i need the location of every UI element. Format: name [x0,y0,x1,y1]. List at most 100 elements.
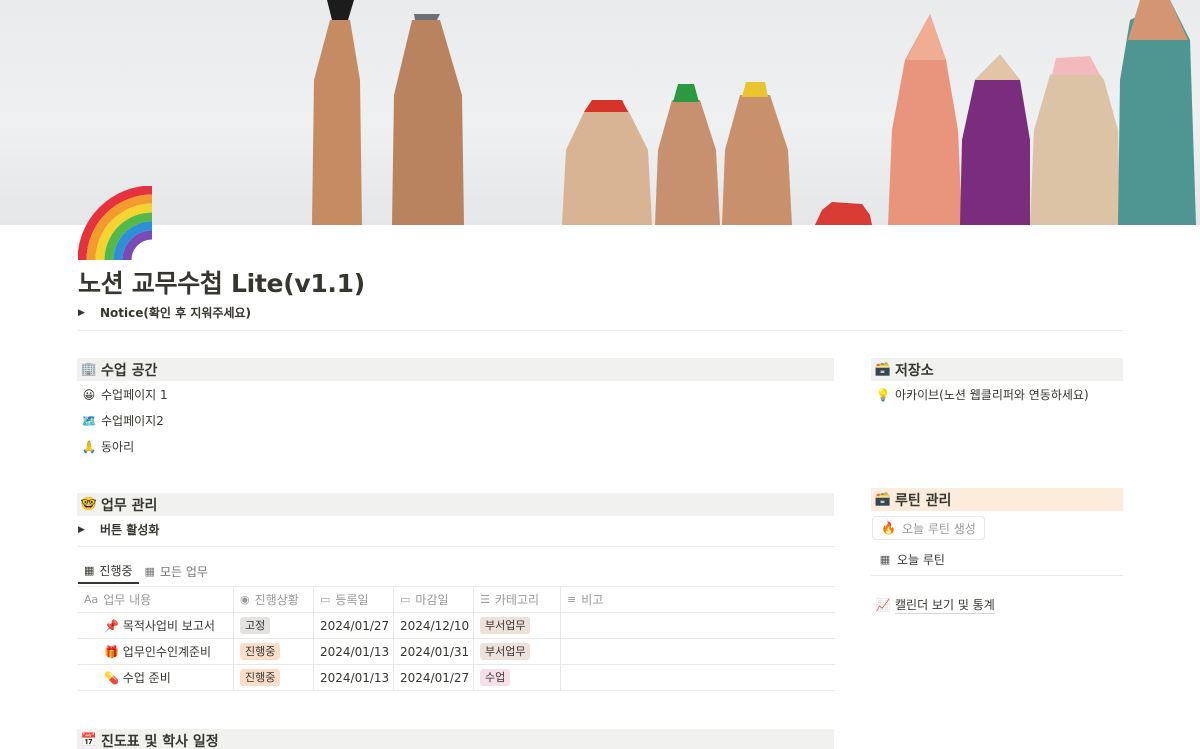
status-badge: 고정 [240,617,271,634]
due-date-cell[interactable]: 2024/01/31 [394,639,474,664]
pushpin-icon: 📌 [104,618,119,633]
storage-heading: 🗃️ 저장소 [871,358,1123,381]
column-header-due[interactable]: ▭ 마감일 [394,587,474,612]
category-cell[interactable]: 수업 [474,665,561,690]
schedule-title: 진도표 및 학사 일정 [101,733,219,749]
table-row[interactable]: 💊 수업 준비 진행중 2024/01/13 2024/01/27 수업 [78,665,835,691]
colored-pencils-illustration [312,0,1196,225]
page-link-label: 동아리 [101,440,135,454]
category-badge: 수업 [480,669,511,686]
category-badge: 부서업무 [480,617,531,634]
card-file-box-icon: 🗃️ [874,492,892,507]
calendar-property-icon: ▭ [400,593,411,606]
card-file-box-icon: 🗃️ [874,362,892,377]
button-activate-label: 버튼 활성화 [100,523,160,537]
toggle-triangle-icon[interactable]: ▶ [78,525,100,535]
column-header-registered[interactable]: ▭ 등록일 [314,587,394,612]
page-link-label: 수업페이지 1 [101,388,168,402]
note-cell[interactable] [561,613,835,638]
column-header-status[interactable]: ◉ 진행상황 [234,587,314,612]
calendar-icon: 📅 [80,733,98,748]
work-title: 업무 관리 [101,497,158,514]
status-cell[interactable]: 고정 [234,613,314,638]
table-view-icon: ▦ [84,563,95,577]
tasks-table: Aa 업무 내용 ◉ 진행상황 ▭ 등록일 ▭ 마감일 ☰ 카테고리 ≡ 비고 📌 목적사업… [78,586,835,691]
due-date-cell[interactable]: 2024/12/10 [394,613,474,638]
task-name-cell[interactable]: 📌 목적사업비 보고서 [78,613,234,638]
column-label: 업무 내용 [103,593,152,607]
create-routine-button[interactable]: 🔥 오늘 루틴 생성 [872,516,985,540]
task-name-cell[interactable]: 🎁 업무인수인계준비 [78,639,234,664]
divider [871,575,1123,576]
task-name: 업무인수인계준비 [122,645,212,659]
calendar-property-icon: ▭ [320,593,331,606]
status-property-icon: ◉ [240,593,250,606]
page-link-class-1[interactable]: 😀 수업페이지 1 [79,386,168,403]
task-name-cell[interactable]: 💊 수업 준비 [78,665,234,690]
column-header-note[interactable]: ≡ 비고 [561,587,835,612]
column-label: 진행상황 [254,593,299,607]
notice-toggle-label: Notice(확인 후 지워주세요) [100,306,252,320]
column-label: 등록일 [335,593,369,607]
rainbow-icon[interactable] [77,185,153,261]
page-link-club[interactable]: 🙏 동아리 [79,438,135,455]
table-row[interactable]: 📌 목적사업비 보고서 고정 2024/01/27 2024/12/10 부서업… [78,613,835,639]
fire-icon: 🔥 [881,521,896,535]
note-cell[interactable] [561,665,835,690]
column-label: 마감일 [415,593,449,607]
notice-toggle[interactable]: ▶ Notice(확인 후 지워주세요) [78,304,251,321]
office-building-icon: 🏢 [80,362,98,377]
page-title[interactable]: 노션 교무수첩 Lite(v1.1) [78,264,365,300]
task-name: 수업 준비 [122,671,171,685]
tab-label: 모든 업무 [159,564,208,579]
registered-date-cell[interactable]: 2024/01/13 [314,639,394,664]
tab-in-progress[interactable]: ▦ 진행중 [78,558,139,584]
category-cell[interactable]: 부서업무 [474,639,561,664]
today-routine-view[interactable]: ▦ 오늘 루틴 [875,551,945,568]
column-label: 비고 [581,593,604,607]
page-link-label: 캘린더 보기 및 통계 [895,598,995,614]
status-badge: 진행중 [240,669,281,686]
class-space-heading: 🏢 수업 공간 [77,358,834,381]
work-heading: 🤓 업무 관리 [77,493,834,516]
tab-all-tasks[interactable]: ▦ 모든 업무 [139,558,214,584]
page-link-archive[interactable]: 💡 아카이브(노션 웹클리퍼와 연동하세요) [873,386,1089,403]
database-view-tabs: ▦ 진행중 ▦ 모든 업무 [78,558,214,586]
column-header-name[interactable]: Aa 업무 내용 [78,587,234,612]
gift-icon: 🎁 [104,644,119,659]
class-space-title: 수업 공간 [101,362,158,379]
lightbulb-icon: 💡 [875,387,891,402]
page-link-calendar-stats[interactable]: 📈 캘린더 보기 및 통계 [873,596,995,614]
task-name: 목적사업비 보고서 [122,619,215,633]
button-activate-toggle[interactable]: ▶ 버튼 활성화 [78,521,159,538]
routine-title: 루틴 관리 [895,492,952,509]
table-view-icon: ▦ [144,564,155,578]
divider [78,546,835,547]
status-badge: 진행중 [240,643,281,660]
column-label: 카테고리 [494,593,540,607]
toggle-triangle-icon[interactable]: ▶ [78,308,100,318]
note-cell[interactable] [561,639,835,664]
table-header-row: Aa 업무 내용 ◉ 진행상황 ▭ 등록일 ▭ 마감일 ☰ 카테고리 ≡ 비고 [78,587,835,613]
page-link-class-2[interactable]: 🗺️ 수업페이지2 [79,412,164,429]
due-date-cell[interactable]: 2024/01/27 [394,665,474,690]
table-row[interactable]: 🎁 업무인수인계준비 진행중 2024/01/13 2024/01/31 부서업… [78,639,835,665]
status-cell[interactable]: 진행중 [234,665,314,690]
smiley-face-icon: 😀 [82,387,96,402]
chart-increasing-icon: 📈 [875,598,891,612]
tab-label: 진행중 [99,563,133,578]
storage-title: 저장소 [895,362,934,379]
today-routine-label: 오늘 루틴 [897,553,945,567]
category-badge: 부서업무 [480,643,531,660]
column-header-category[interactable]: ☰ 카테고리 [474,587,561,612]
multi-select-property-icon: ☰ [480,593,490,606]
map-icon: 🗺️ [81,413,97,428]
registered-date-cell[interactable]: 2024/01/13 [314,665,394,690]
text-property-icon: Aa [84,593,99,606]
page-link-label: 수업페이지2 [101,414,164,428]
category-cell[interactable]: 부서업무 [474,613,561,638]
gallery-view-icon: ▦ [879,553,891,566]
status-cell[interactable]: 진행중 [234,639,314,664]
registered-date-cell[interactable]: 2024/01/27 [314,613,394,638]
routine-heading: 🗃️ 루틴 관리 [871,488,1123,511]
